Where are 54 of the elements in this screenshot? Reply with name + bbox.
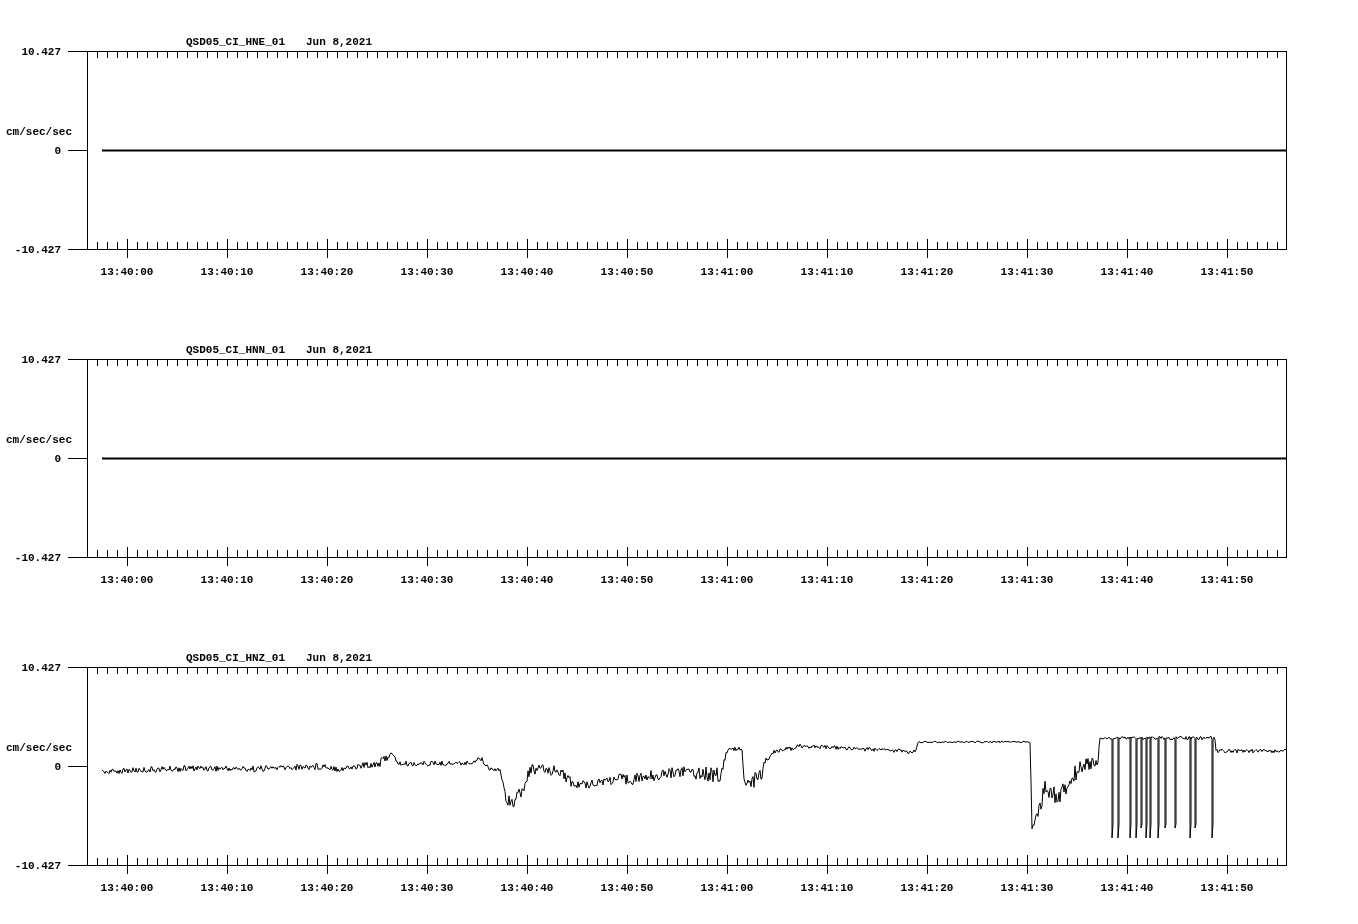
x-tick-label: 13:41:10 (800, 266, 854, 278)
x-tick-label: 13:40:10 (200, 266, 254, 278)
x-tick-label: 13:40:10 (200, 882, 254, 894)
chart-date: Jun 8,2021 (306, 652, 372, 664)
y-tick-label: -10.427 (14, 552, 61, 564)
x-tick-label: 13:40:20 (300, 266, 354, 278)
x-tick-label: 13:40:30 (400, 266, 454, 278)
station-title: QSD05_CI_HNN_01 (186, 344, 286, 356)
y-tick-label: -10.427 (14, 860, 61, 872)
chart-date: Jun 8,2021 (306, 36, 372, 48)
x-tick-label: 13:40:30 (400, 882, 454, 894)
axis-unit-label: cm/sec/sec (6, 742, 72, 754)
x-tick-label: 13:41:20 (900, 266, 954, 278)
station-title: QSD05_CI_HNE_01 (186, 36, 286, 48)
x-tick-label: 13:41:10 (800, 882, 854, 894)
x-tick-label: 13:41:40 (1100, 574, 1154, 586)
x-tick-label: 13:40:00 (100, 574, 154, 586)
x-tick-label: 13:41:40 (1100, 882, 1154, 894)
x-tick-label: 13:41:30 (1000, 882, 1054, 894)
y-tick-label: 10.427 (21, 662, 61, 674)
x-tick-label: 13:41:00 (700, 574, 754, 586)
x-tick-label: 13:40:20 (300, 574, 354, 586)
y-tick-label: 0 (54, 453, 61, 465)
y-tick-label: 10.427 (21, 354, 61, 366)
x-tick-label: 13:40:40 (500, 574, 554, 586)
x-tick-label: 13:40:50 (600, 266, 654, 278)
x-tick-label: 13:41:50 (1200, 266, 1254, 278)
x-tick-label: 13:40:00 (100, 882, 154, 894)
x-tick-label: 13:40:40 (500, 266, 554, 278)
x-tick-label: 13:41:30 (1000, 266, 1054, 278)
x-tick-label: 13:40:20 (300, 882, 354, 894)
x-tick-label: 13:41:00 (700, 266, 754, 278)
x-tick-label: 13:41:20 (900, 882, 954, 894)
x-tick-label: 13:40:10 (200, 574, 254, 586)
x-tick-label: 13:41:30 (1000, 574, 1054, 586)
x-tick-label: 13:41:40 (1100, 266, 1154, 278)
x-tick-label: 13:40:40 (500, 882, 554, 894)
axis-unit-label: cm/sec/sec (6, 126, 72, 138)
x-tick-label: 13:41:20 (900, 574, 954, 586)
x-tick-label: 13:40:50 (600, 574, 654, 586)
axis-unit-label: cm/sec/sec (6, 434, 72, 446)
x-tick-label: 13:41:50 (1200, 882, 1254, 894)
x-tick-label: 13:40:30 (400, 574, 454, 586)
y-tick-label: 0 (54, 761, 61, 773)
x-tick-label: 13:41:50 (1200, 574, 1254, 586)
y-tick-label: -10.427 (14, 244, 61, 256)
x-tick-label: 13:41:10 (800, 574, 854, 586)
x-tick-label: 13:40:00 (100, 266, 154, 278)
x-tick-label: 13:40:50 (600, 882, 654, 894)
x-tick-label: 13:41:00 (700, 882, 754, 894)
y-tick-label: 10.427 (21, 46, 61, 58)
station-title: QSD05_CI_HNZ_01 (186, 652, 286, 664)
y-tick-label: 0 (54, 145, 61, 157)
chart-date: Jun 8,2021 (306, 344, 372, 356)
